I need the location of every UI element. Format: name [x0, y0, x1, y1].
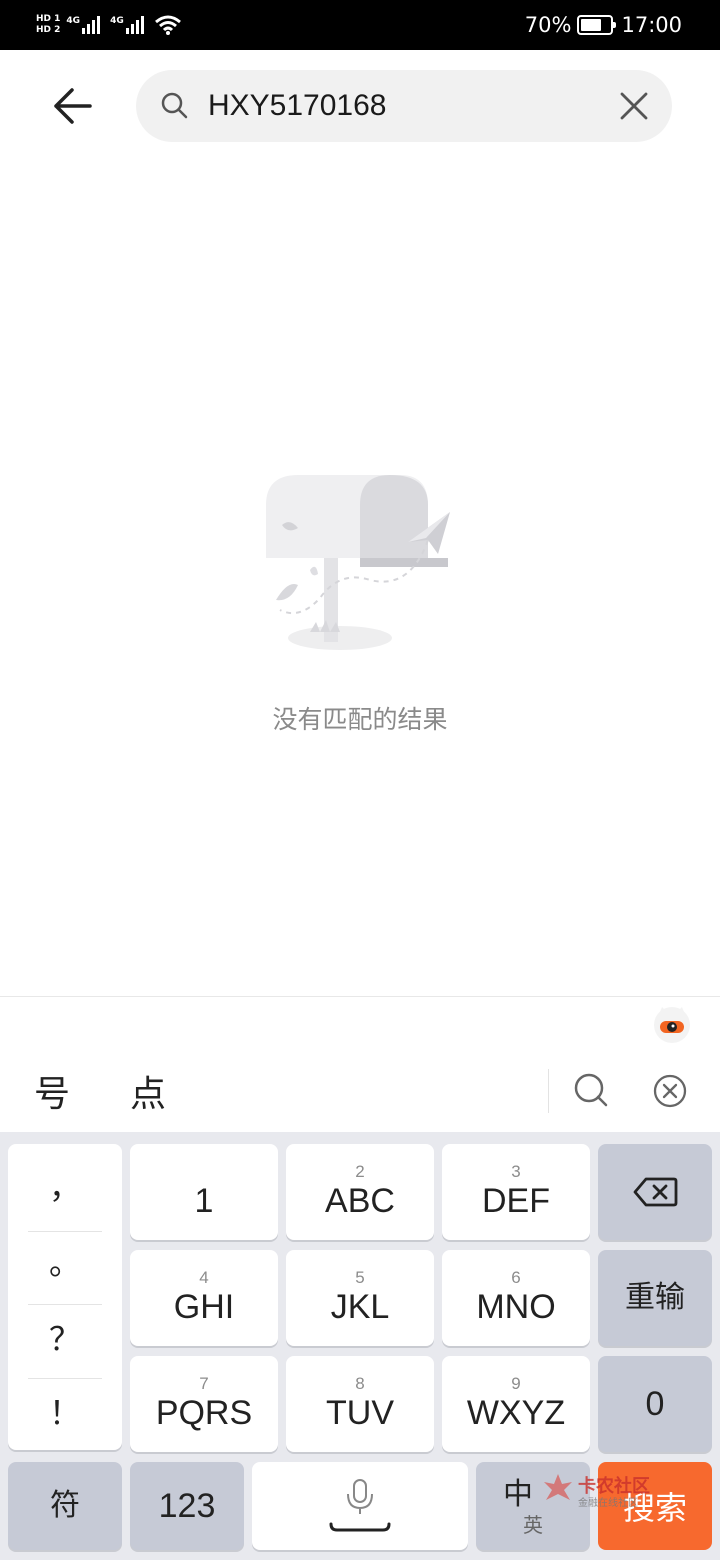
watermark-subtitle: 金融在线社区 [578, 1498, 638, 1509]
key-6[interactable]: 6 MNO [442, 1250, 590, 1346]
divider [548, 1069, 549, 1113]
key-label: MNO [476, 1288, 556, 1326]
symbol-key[interactable]: 符 [8, 1462, 122, 1550]
net2-label: 4G [110, 16, 124, 26]
net1-label: 4G [66, 16, 81, 26]
watermark-logo-icon [544, 1474, 572, 1500]
key-2[interactable]: 2 ABC [286, 1144, 434, 1240]
key-digit: 3 [511, 1162, 521, 1181]
key-digit: 8 [355, 1374, 365, 1393]
signal-1-icon: 4G [66, 16, 102, 34]
status-bar: HD 1 HD 2 4G 4G 70% 17:00 [0, 0, 720, 50]
key-digit: 9 [511, 1374, 521, 1393]
punct-key-question[interactable]: ？ [8, 1300, 122, 1374]
key-5[interactable]: 5 JKL [286, 1250, 434, 1346]
key-1[interactable]: 1 [130, 1144, 278, 1240]
key-7[interactable]: 7 PQRS [130, 1356, 278, 1452]
reinput-key[interactable]: 重输 [598, 1250, 712, 1346]
key-4[interactable]: 4 GHI [130, 1250, 278, 1346]
key-label: ABC [325, 1182, 395, 1220]
key-label: 123 [158, 1487, 216, 1525]
search-bar[interactable] [136, 70, 672, 142]
arrow-left-icon [54, 88, 92, 124]
key-label: JKL [330, 1288, 390, 1326]
punct-key-exclaim[interactable]: ！ [8, 1374, 122, 1448]
key-digit: 2 [355, 1162, 365, 1181]
punct-key-period[interactable]: 。 [8, 1224, 122, 1298]
key-label: 1 [194, 1182, 214, 1220]
key-digit: 4 [199, 1268, 209, 1287]
key-label: 0 [645, 1385, 665, 1423]
backspace-icon [633, 1177, 678, 1207]
key-digit: 6 [511, 1268, 521, 1287]
keyboard-mascot-icon[interactable] [652, 1005, 692, 1045]
clock: 17:00 [621, 13, 682, 37]
punctuation-column: ， 。 ？ ！ [8, 1144, 122, 1450]
key-label: 符 [50, 1488, 80, 1523]
hd1-label: HD 1 [36, 14, 61, 24]
key-sublabel: 英 [523, 1512, 543, 1537]
space-voice-key[interactable] [252, 1462, 468, 1550]
candidate-word[interactable]: 点 [130, 1065, 166, 1117]
empty-message: 没有匹配的结果 [272, 705, 448, 734]
key-9[interactable]: 9 WXYZ [442, 1356, 590, 1452]
back-button[interactable] [44, 80, 100, 132]
search-input[interactable] [208, 84, 608, 128]
backspace-key[interactable] [598, 1144, 712, 1240]
clear-search-button[interactable] [616, 88, 652, 124]
microphone-icon [329, 1479, 391, 1532]
key-digit: 7 [199, 1374, 209, 1393]
hd-indicator: HD 1 HD 2 [36, 14, 60, 36]
punct-key-comma[interactable]: ， [8, 1148, 122, 1222]
key-digit: 5 [355, 1268, 365, 1287]
key-8[interactable]: 8 TUV [286, 1356, 434, 1452]
key-label: TUV [326, 1394, 394, 1432]
key-label: 重输 [625, 1280, 685, 1315]
key-0[interactable]: 0 [598, 1356, 712, 1452]
wifi-icon [154, 15, 181, 35]
hd2-label: HD 2 [36, 25, 61, 35]
keyboard-search-button[interactable] [572, 1071, 610, 1109]
watermark-logo: 卡农社区 金融在线社区 [540, 1470, 660, 1510]
key-label: PQRS [155, 1394, 253, 1432]
keyboard-close-button[interactable] [652, 1073, 688, 1109]
empty-mailbox-illustration [266, 475, 450, 650]
numeric-key[interactable]: 123 [130, 1462, 244, 1550]
signal-2-icon: 4G [110, 16, 146, 34]
key-label: DEF [482, 1182, 550, 1220]
key-label: GHI [173, 1288, 235, 1326]
key-label: WXYZ [466, 1394, 566, 1432]
key-3[interactable]: 3 DEF [442, 1144, 590, 1240]
battery-icon [577, 15, 617, 35]
search-icon [161, 92, 188, 119]
battery-percent: 70% [524, 13, 572, 37]
candidate-word[interactable]: 号 [34, 1065, 70, 1117]
keyboard-candidate-bar: 号 点 [0, 996, 720, 1132]
